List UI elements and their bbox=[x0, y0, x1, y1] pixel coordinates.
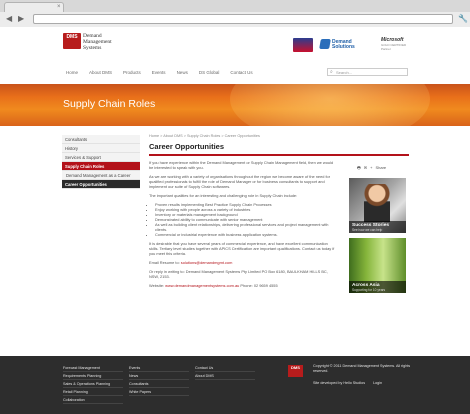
sidebar-item-demand-career[interactable]: Demand Management as a Career bbox=[62, 171, 140, 180]
banner-title: Supply Chain Roles bbox=[63, 98, 156, 110]
nav-about[interactable]: About DMS bbox=[85, 69, 119, 77]
login-link[interactable]: Login bbox=[373, 381, 382, 386]
demand-solutions-mark-icon bbox=[319, 39, 331, 49]
search-input[interactable]: ⌕ Search... bbox=[327, 68, 408, 76]
breadcrumb[interactable]: Home > About DMS > Supply Chain Roles > … bbox=[149, 134, 260, 138]
print-icon[interactable]: 🖶 bbox=[357, 165, 361, 170]
sidebar-nav: Consultants History Services & Support S… bbox=[62, 135, 140, 189]
nav-contact[interactable]: Contact Us bbox=[226, 69, 259, 77]
email-link[interactable]: solutions@demandmgmt.com bbox=[181, 260, 233, 265]
footer-logo[interactable]: DMS bbox=[288, 365, 303, 377]
footer-credits: Site developed by Hello Studios Login bbox=[313, 381, 382, 386]
tab-close-icon[interactable]: × bbox=[57, 3, 61, 12]
microsoft-sub: GOLD CERTIFIED Partner bbox=[381, 43, 407, 51]
website-line: Website: www.demandmanagementsystems.com… bbox=[149, 283, 278, 288]
partner-badge-logo[interactable] bbox=[293, 38, 313, 52]
promo-person-image bbox=[364, 184, 390, 222]
footer-link[interactable]: Requirements Planning bbox=[63, 372, 123, 380]
sidebar-item-history[interactable]: History bbox=[62, 144, 140, 153]
logo-text: Demand Management Systems bbox=[83, 33, 112, 51]
nav-home[interactable]: Home bbox=[62, 69, 85, 77]
sidebar-item-services[interactable]: Services & Support bbox=[62, 153, 140, 162]
requirements-paragraph: It is desirable that you have several ye… bbox=[149, 241, 335, 256]
footer-link[interactable]: Events bbox=[129, 364, 189, 372]
address-bar[interactable] bbox=[33, 14, 453, 24]
search-icon: ⌕ bbox=[330, 69, 333, 75]
nav-ds-global[interactable]: DS Global bbox=[195, 69, 227, 77]
wrench-icon[interactable]: 🔧 bbox=[458, 14, 468, 23]
email-icon[interactable]: ✉ bbox=[364, 165, 367, 170]
email-line: Email Resume to: solutions@demandmgmt.co… bbox=[149, 260, 233, 265]
address-paragraph: Or reply in writing to: Demand Managemen… bbox=[149, 269, 328, 279]
page-title: Career Opportunities bbox=[149, 142, 225, 151]
developer-link[interactable]: Site developed by Hello Studios bbox=[313, 381, 365, 386]
logo-mark: DMS bbox=[63, 33, 81, 49]
context-paragraph: As we are working with a variety of orga… bbox=[149, 174, 331, 189]
list-item: Commercial or industrial experience with… bbox=[155, 232, 337, 237]
search-placeholder: Search... bbox=[336, 70, 353, 75]
demand-solutions-logo[interactable]: Demand Solutions bbox=[319, 38, 362, 52]
footer-column-products: Forecast Management Requirements Plannin… bbox=[63, 364, 123, 404]
copyright-text: Copyright © 2011 Demand Management Syste… bbox=[313, 364, 411, 373]
sidebar-item-consultants[interactable]: Consultants bbox=[62, 135, 140, 144]
promo-caption: Success Stories See how we can help bbox=[349, 221, 406, 233]
footer-link[interactable]: About DMS bbox=[195, 372, 255, 380]
across-asia-promo[interactable]: Across Asia Supporting for 10 years bbox=[349, 238, 406, 293]
footer-link[interactable]: News bbox=[129, 372, 189, 380]
top-navigation: Home About DMS Products Events News DS G… bbox=[62, 69, 260, 77]
success-stories-promo[interactable]: Success Stories See how we can help bbox=[349, 178, 406, 233]
browser-toolbar: ◀ ▶ 🔧 bbox=[0, 12, 470, 27]
promo-caption: Across Asia Supporting for 10 years bbox=[349, 281, 406, 293]
qualities-intro: The important qualities for an interesti… bbox=[149, 193, 298, 198]
footer-link[interactable]: Sales & Operations Planning bbox=[63, 380, 123, 388]
forward-icon[interactable]: ▶ bbox=[18, 15, 24, 23]
intro-paragraph: If you have experience within the Demand… bbox=[149, 160, 334, 170]
footer-column-info: Events News Consultants White Papers bbox=[129, 364, 189, 396]
banner-highlight bbox=[230, 84, 430, 126]
footer-link[interactable]: Forecast Management bbox=[63, 364, 123, 372]
nav-products[interactable]: Products bbox=[119, 69, 148, 77]
share-button[interactable]: Share bbox=[375, 165, 386, 170]
footer-link[interactable]: Contact Us bbox=[195, 364, 255, 372]
browser-tab[interactable]: × bbox=[4, 2, 64, 12]
back-icon[interactable]: ◀ bbox=[6, 15, 12, 23]
footer-column-company: Contact Us About DMS bbox=[195, 364, 255, 380]
website-link[interactable]: www.demandmanagementsystems.com.au bbox=[165, 283, 239, 288]
sidebar-item-supply-chain-roles[interactable]: Supply Chain Roles bbox=[62, 162, 140, 171]
microsoft-partner-logo[interactable]: Microsoft GOLD CERTIFIED Partner bbox=[381, 38, 413, 52]
nav-events[interactable]: Events bbox=[148, 69, 173, 77]
browser-chrome: × ◀ ▶ 🔧 bbox=[0, 0, 470, 27]
sidebar-item-career-opportunities[interactable]: Career Opportunities bbox=[62, 180, 140, 189]
main-content: If you have experience within the Demand… bbox=[149, 160, 337, 292]
footer-link[interactable]: Retail Planning bbox=[63, 388, 123, 396]
plus-icon[interactable]: + bbox=[370, 165, 372, 170]
qualities-list: Proven results implementing Best Practic… bbox=[155, 202, 337, 237]
footer-link[interactable]: White Papers bbox=[129, 388, 189, 396]
nav-news[interactable]: News bbox=[173, 69, 195, 77]
footer-link[interactable]: Consultants bbox=[129, 380, 189, 388]
footer-link[interactable]: Collaboration bbox=[63, 396, 123, 404]
title-divider bbox=[149, 154, 409, 156]
share-bar: 🖶 ✉ + Share bbox=[357, 165, 386, 170]
list-item: As well as building client relationships… bbox=[155, 222, 337, 232]
dms-logo[interactable]: DMS Demand Management Systems bbox=[63, 33, 133, 61]
